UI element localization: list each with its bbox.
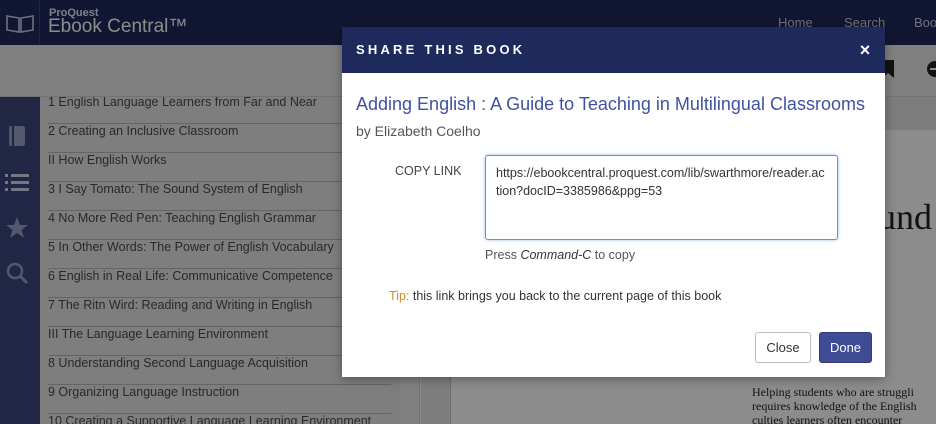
done-button[interactable]: Done	[819, 332, 872, 363]
copy-hint: Press Command-C to copy	[485, 248, 635, 262]
close-button[interactable]: Close	[755, 332, 811, 363]
book-title: Adding English : A Guide to Teaching in …	[356, 94, 865, 114]
copy-hint-suffix: to copy	[591, 248, 636, 262]
share-link-field[interactable]: https://ebookcentral.proquest.com/lib/sw…	[485, 155, 838, 240]
copy-hint-prefix: Press	[485, 248, 521, 262]
tip-label: Tip:	[389, 289, 410, 303]
book-author: by Elizabeth Coelho	[356, 123, 481, 139]
dialog-header: SHARE THIS BOOK ×	[342, 27, 885, 73]
copy-link-label: COPY LINK	[395, 164, 462, 178]
dialog-title: SHARE THIS BOOK	[356, 42, 526, 57]
tip-message: Tip: this link brings you back to the cu…	[389, 289, 721, 303]
tip-text: this link brings you back to the current…	[409, 289, 722, 303]
share-book-dialog: SHARE THIS BOOK × Adding English : A Gui…	[342, 27, 885, 377]
copy-hint-command: Command-C	[520, 248, 592, 262]
close-icon[interactable]: ×	[854, 39, 876, 61]
